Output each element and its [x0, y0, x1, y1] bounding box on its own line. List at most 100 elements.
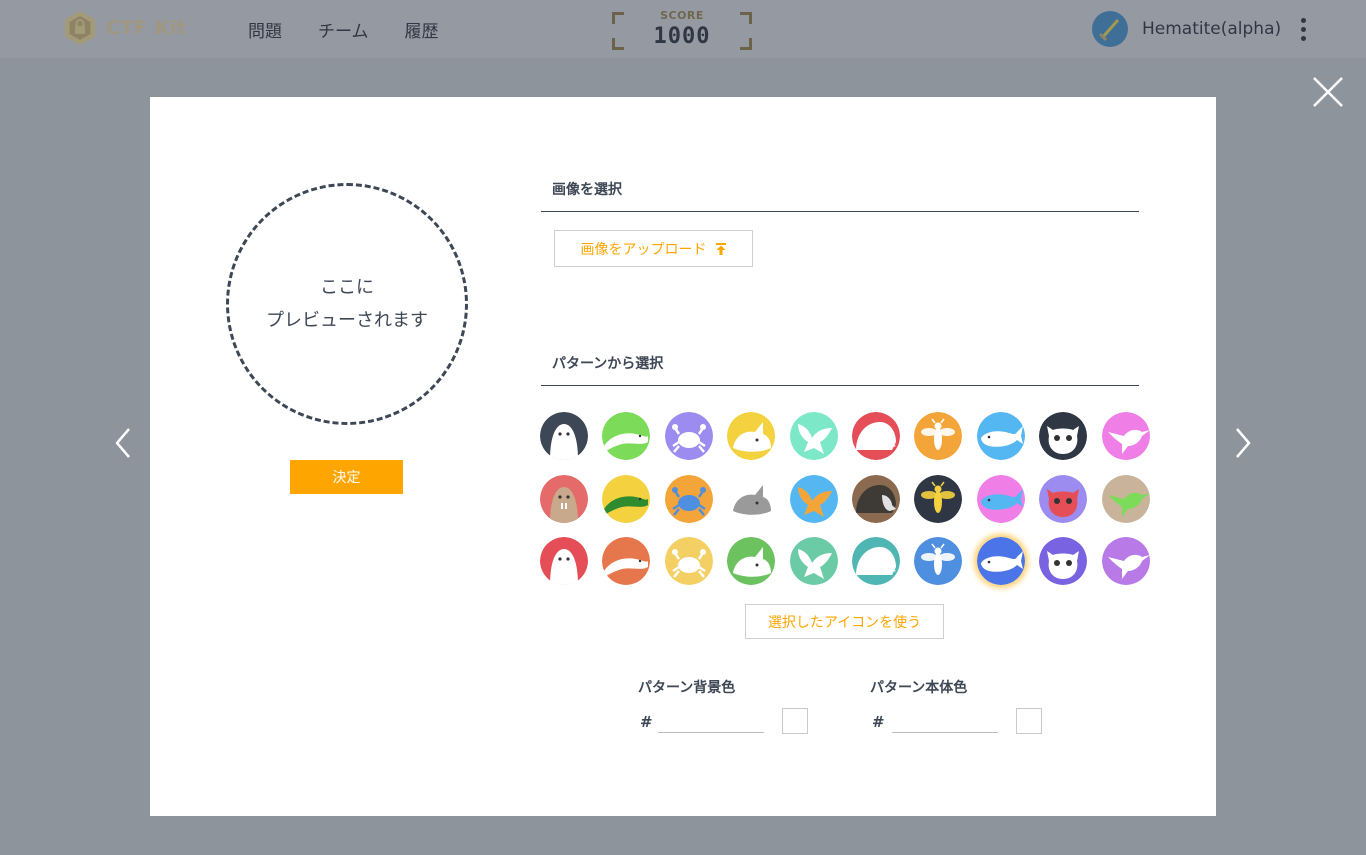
- pattern-icon-option[interactable]: [1101, 412, 1150, 460]
- bg-color-hash: #: [640, 713, 653, 731]
- walrus-icon: [540, 412, 588, 460]
- body-color-hash: #: [872, 713, 885, 731]
- chevron-left-icon[interactable]: [112, 426, 134, 460]
- bg-color-swatch[interactable]: [782, 708, 808, 734]
- user-name[interactable]: Hematite(alpha): [1142, 19, 1281, 39]
- lemur-icon: [1039, 537, 1088, 585]
- nav-item-team[interactable]: チーム: [318, 17, 369, 42]
- rhino-icon: [727, 474, 776, 523]
- walrus-icon: [540, 474, 588, 523]
- pattern-icon-grid: [540, 412, 1152, 586]
- pattern-icon-option[interactable]: [914, 537, 963, 585]
- pattern-icon-option[interactable]: [540, 474, 588, 523]
- main-nav: 問題 チーム 履歴: [248, 17, 475, 42]
- avatar[interactable]: [1092, 11, 1128, 47]
- pattern-icon-option[interactable]: [976, 412, 1025, 460]
- snake-icon: [602, 412, 651, 460]
- pattern-icon-option[interactable]: [602, 537, 651, 585]
- score-display: SCORE 1000: [612, 9, 752, 50]
- whale-icon: [976, 412, 1025, 460]
- body-color-input[interactable]: [892, 707, 998, 733]
- score-value: 1000: [653, 24, 711, 49]
- body-color-swatch[interactable]: [1016, 708, 1042, 734]
- pattern-icon-option[interactable]: [602, 474, 651, 523]
- pattern-icon-option[interactable]: [1039, 412, 1088, 460]
- bee-icon: [914, 474, 963, 523]
- pattern-icon-option[interactable]: [602, 412, 651, 460]
- pattern-icon-option[interactable]: [852, 412, 900, 460]
- pattern-bg-color-label: パターン背景色: [638, 680, 736, 696]
- pattern-body-color-label: パターン本体色: [870, 680, 968, 696]
- pattern-icon-option[interactable]: [1039, 537, 1088, 585]
- pattern-icon-option[interactable]: [727, 474, 776, 523]
- pattern-icon-option[interactable]: [914, 412, 963, 460]
- upload-icon: [715, 242, 726, 255]
- hedgehog-icon: [852, 412, 900, 460]
- icon-select-modal: ここに プレビューされます 決定 画像を選択 画像をアップロード パターンから選…: [150, 97, 1216, 816]
- icon-preview: ここに プレビューされます: [226, 183, 468, 425]
- hummingbird-icon: [1101, 537, 1150, 585]
- app-logo[interactable]: CTF Kit: [62, 10, 186, 46]
- pattern-section-title: パターンから選択: [541, 353, 1139, 386]
- pattern-icon-option[interactable]: [1101, 537, 1150, 585]
- kebab-dot: [1301, 17, 1307, 23]
- pattern-icon-option[interactable]: [789, 474, 838, 523]
- lemur-icon: [1039, 474, 1088, 523]
- whale-icon: [976, 474, 1025, 523]
- kebab-dot: [1301, 26, 1307, 32]
- snake-icon: [602, 537, 651, 585]
- nav-item-problems[interactable]: 問題: [248, 17, 282, 42]
- pattern-icon-option[interactable]: [1101, 474, 1150, 523]
- upload-label: 画像をアップロード: [580, 241, 707, 258]
- pattern-icon-option[interactable]: [976, 537, 1025, 585]
- walrus-icon: [540, 537, 588, 585]
- bee-icon: [914, 412, 963, 460]
- bee-icon: [914, 537, 963, 585]
- pattern-icon-option[interactable]: [727, 412, 776, 460]
- lemur-icon: [1039, 412, 1088, 460]
- pattern-icon-option[interactable]: [852, 474, 900, 523]
- rhino-icon: [727, 537, 776, 585]
- pattern-icon-option[interactable]: [789, 412, 838, 460]
- bird-icon: [789, 412, 838, 460]
- hummingbird-icon: [1101, 412, 1150, 460]
- chevron-right-icon[interactable]: [1232, 426, 1254, 460]
- logo-hexagon-icon: [65, 11, 95, 45]
- nav-item-history[interactable]: 履歴: [405, 17, 439, 42]
- top-navigation-bar: CTF Kit 問題 チーム 履歴 SCORE 1000 Hematite(al…: [0, 0, 1366, 58]
- pattern-icon-option[interactable]: [914, 474, 963, 523]
- preview-text-line2: プレビューされます: [266, 310, 428, 331]
- score-label: SCORE: [660, 9, 704, 22]
- pattern-icon-option[interactable]: [976, 474, 1025, 523]
- crab-icon: [664, 474, 713, 523]
- sword-icon: [1098, 19, 1120, 42]
- use-selected-icon-button[interactable]: 選択したアイコンを使う: [745, 604, 944, 639]
- pattern-icon-option[interactable]: [664, 474, 713, 523]
- pattern-icon-option[interactable]: [664, 412, 713, 460]
- pattern-icon-option[interactable]: [540, 412, 588, 460]
- snake-icon: [602, 474, 651, 523]
- more-menu-icon[interactable]: [1297, 16, 1310, 43]
- kebab-dot: [1301, 35, 1307, 41]
- bg-color-input[interactable]: [658, 707, 764, 733]
- preview-text-line1: ここに: [320, 277, 374, 298]
- whale-icon: [976, 537, 1025, 585]
- decide-button[interactable]: 決定: [290, 460, 403, 494]
- hedgehog-icon: [852, 537, 900, 585]
- close-icon[interactable]: [1310, 74, 1346, 110]
- hedgehog-icon: [852, 474, 900, 523]
- pattern-icon-option[interactable]: [789, 537, 838, 585]
- rhino-icon: [727, 412, 776, 460]
- hummingbird-icon: [1101, 474, 1150, 523]
- pattern-icon-option[interactable]: [852, 537, 900, 585]
- pattern-icon-option[interactable]: [664, 537, 713, 585]
- crab-icon: [664, 537, 713, 585]
- pattern-icon-option[interactable]: [727, 537, 776, 585]
- logo-text: CTF Kit: [106, 17, 187, 39]
- image-section-title: 画像を選択: [541, 179, 1139, 212]
- upload-image-button[interactable]: 画像をアップロード: [554, 230, 753, 267]
- pattern-icon-option[interactable]: [1039, 474, 1088, 523]
- bird-icon: [789, 537, 838, 585]
- pattern-icon-option[interactable]: [540, 537, 588, 585]
- user-menu: Hematite(alpha): [1092, 11, 1310, 47]
